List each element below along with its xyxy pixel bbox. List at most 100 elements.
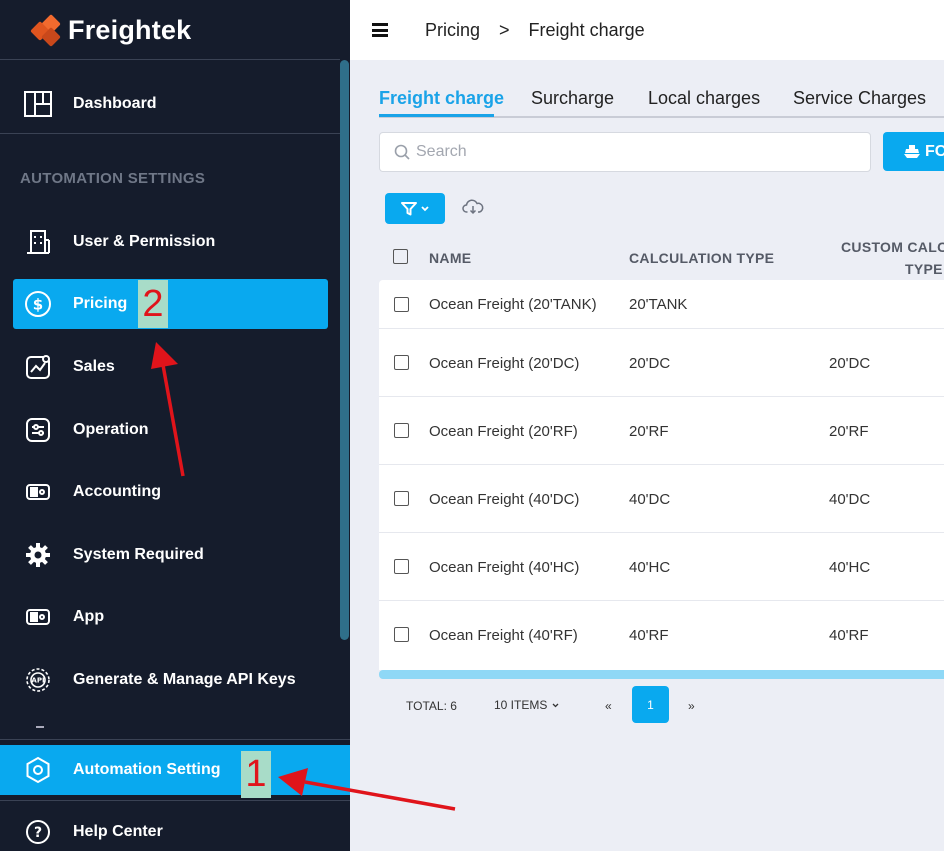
api-gear-icon: API [23, 665, 53, 695]
sidebar-item-label: Dashboard [73, 95, 157, 112]
cell-name: Ocean Freight (20'RF) [429, 423, 578, 440]
sidebar-item-accounting[interactable]: Accounting [13, 467, 328, 517]
cell-custom-type: 20'RF [829, 423, 869, 440]
svg-text:$: $ [33, 296, 43, 314]
breadcrumb-freight-charge: Freight charge [528, 19, 645, 40]
charges-table: Ocean Freight (20'TANK) 20'TANK Ocean Fr… [379, 280, 944, 670]
cash-icon [23, 602, 53, 632]
divider [0, 133, 340, 134]
cell-calc-type: 20'RF [629, 423, 669, 440]
table-row[interactable]: Ocean Freight (40'HC) 40'HC 40'HC [379, 533, 944, 601]
cell-custom-type: 40'HC [829, 559, 871, 576]
table-row[interactable]: Ocean Freight (40'DC) 40'DC 40'DC [379, 465, 944, 533]
row-checkbox[interactable] [394, 627, 409, 642]
chart-icon [23, 352, 53, 382]
dashboard-icon [23, 89, 53, 119]
sidebar-item-label: Operation [73, 421, 149, 438]
column-header-custom-calculation-line2: TYPE [905, 261, 943, 277]
cell-name: Ocean Freight (20'TANK) [429, 296, 597, 313]
page-size-value: 10 ITEMS [494, 698, 548, 712]
divider [0, 800, 350, 801]
column-header-custom-calculation[interactable]: CUSTOM CALCU [841, 239, 944, 255]
tab-surcharge[interactable]: Surcharge [531, 88, 614, 109]
sidebar-item-label: Automation Setting [73, 761, 221, 778]
fcl-button-label: FC [925, 142, 944, 160]
divider [0, 739, 350, 740]
logo[interactable]: Freightek [30, 14, 192, 47]
sidebar-item-app[interactable]: App [13, 592, 328, 642]
topbar: Pricing > Freight charge [350, 0, 944, 60]
tab-freight-charge[interactable]: Freight charge [379, 88, 504, 109]
cloud-download-icon[interactable] [462, 198, 484, 221]
sidebar-item-automation-setting[interactable]: Automation Setting [0, 745, 350, 795]
active-tab-indicator [379, 114, 494, 117]
breadcrumb-separator: > [499, 19, 510, 40]
freightek-logo-icon [30, 14, 62, 47]
sidebar-item-label: Sales [73, 358, 115, 375]
annotation-label-1: 1 [241, 751, 271, 798]
prev-page-button[interactable]: « [605, 699, 612, 713]
pagination-total: TOTAL: 6 [406, 699, 457, 713]
sidebar-item-pricing[interactable]: $ Pricing [13, 279, 328, 329]
column-header-name[interactable]: NAME [429, 250, 471, 266]
row-checkbox[interactable] [394, 423, 409, 438]
cell-custom-type: 20'DC [829, 355, 871, 372]
column-header-calculation-type[interactable]: CALCULATION TYPE [629, 250, 774, 266]
tab-local-charges[interactable]: Local charges [648, 88, 760, 109]
tab-service-charges[interactable]: Service Charges [793, 88, 926, 109]
sidebar-item-dashboard[interactable]: Dashboard [13, 79, 328, 129]
sidebar-item-system-required[interactable]: System Required [13, 530, 328, 580]
hamburger-menu-icon[interactable] [372, 23, 388, 37]
help-icon: ? [23, 817, 53, 847]
table-row[interactable]: Ocean Freight (20'DC) 20'DC 20'DC [379, 329, 944, 397]
search-box[interactable] [379, 132, 871, 172]
sidebar-item-sales[interactable]: Sales [13, 342, 328, 392]
page-size-select[interactable]: 10 ITEMS [494, 698, 559, 712]
row-checkbox[interactable] [394, 559, 409, 574]
cell-calc-type: 40'DC [629, 491, 671, 508]
cell-calc-type: 20'TANK [629, 296, 688, 313]
sidebar-item-label: System Required [73, 546, 204, 563]
table-horizontal-scrollbar[interactable] [379, 670, 944, 679]
sidebar-item-help-center[interactable]: ? Help Center [0, 807, 350, 851]
breadcrumb-pricing[interactable]: Pricing [425, 20, 480, 41]
row-checkbox[interactable] [394, 491, 409, 506]
cell-calc-type: 40'HC [629, 559, 671, 576]
cell-calc-type: 40'RF [629, 627, 669, 644]
table-row[interactable]: Ocean Freight (40'RF) 40'RF 40'RF [379, 601, 944, 670]
annotation-label-2: 2 [138, 280, 168, 328]
sidebar-item-label: App [73, 608, 105, 625]
sidebar-item-label: Pricing [73, 295, 128, 312]
svg-text:?: ? [34, 825, 42, 841]
filter-button[interactable] [385, 193, 445, 224]
cell-name: Ocean Freight (20'DC) [429, 355, 580, 372]
sidebar-item-user-permission[interactable]: User & Permission [13, 217, 328, 267]
search-icon [394, 144, 410, 160]
hexagon-settings-icon [23, 755, 53, 785]
sidebar-item-label: User & Permission [73, 233, 216, 250]
sidebar-item-label: Help Center [73, 823, 163, 840]
sidebar-scrollbar[interactable] [340, 60, 349, 640]
sidebar: Freightek Dashboard AUTOMATION SETTINGS … [0, 0, 350, 851]
cell-calc-type: 20'DC [629, 355, 671, 372]
tab-bar: Freight charge Surcharge Local charges S… [379, 82, 944, 118]
row-checkbox[interactable] [394, 297, 409, 312]
table-row[interactable]: Ocean Freight (20'RF) 20'RF 20'RF [379, 397, 944, 465]
table-row[interactable]: Ocean Freight (20'TANK) 20'TANK [379, 280, 944, 329]
sidebar-item-api-keys[interactable]: API Generate & Manage API Keys [13, 655, 328, 705]
cell-name: Ocean Freight (40'RF) [429, 627, 578, 644]
sidebar-item-operation[interactable]: Operation [13, 405, 328, 455]
next-page-button[interactable]: » [688, 699, 695, 713]
cell-custom-type: 40'DC [829, 491, 871, 508]
partial-icon [36, 726, 44, 730]
fcl-button[interactable]: FC [883, 132, 944, 171]
dollar-circle-icon: $ [23, 289, 53, 319]
page-1-button[interactable]: 1 [632, 686, 669, 723]
cell-name: Ocean Freight (40'HC) [429, 559, 580, 576]
row-checkbox[interactable] [394, 355, 409, 370]
select-all-checkbox[interactable] [393, 249, 408, 264]
app-name: Freightek [68, 14, 192, 45]
sliders-icon [23, 415, 53, 445]
search-input[interactable] [416, 143, 836, 161]
chevron-down-icon [421, 205, 429, 212]
